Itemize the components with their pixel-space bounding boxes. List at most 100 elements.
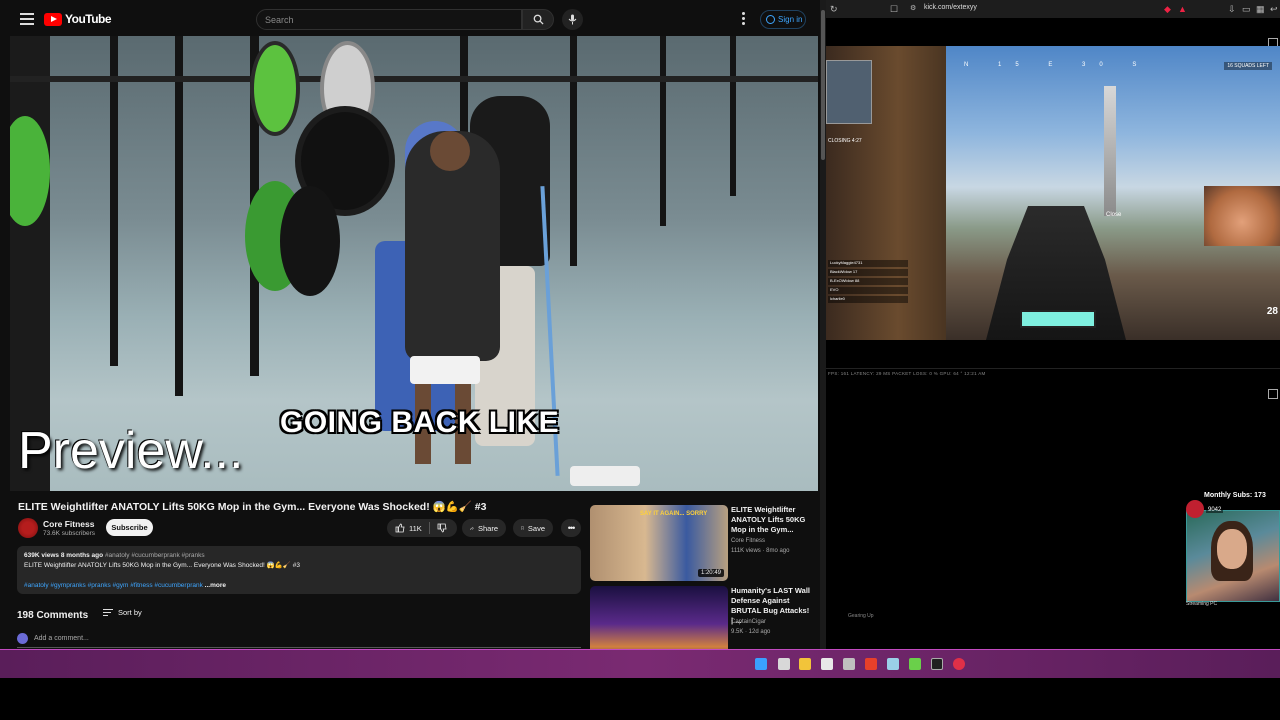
share-icon	[470, 526, 474, 530]
brave-icon[interactable]	[865, 658, 877, 670]
more-horizontal-icon: •••	[567, 523, 576, 533]
save-button[interactable]: Save	[513, 519, 553, 537]
menu-icon[interactable]	[20, 13, 34, 25]
app-icon[interactable]	[843, 658, 855, 670]
sort-comments-button[interactable]: Sort by	[103, 608, 142, 617]
youtube-logo-text: YouTube	[65, 12, 112, 26]
game-weapon-screen	[1020, 310, 1096, 328]
scrollbar-thumb[interactable]	[821, 10, 825, 160]
bottom-letterbox	[0, 678, 1280, 720]
bookmark-icon[interactable]: ☐	[890, 4, 898, 15]
obs-icon[interactable]	[931, 658, 943, 670]
search-icon	[533, 14, 544, 25]
search-taskbar-icon[interactable]	[778, 658, 790, 670]
game-tower	[1104, 86, 1116, 216]
user-avatar	[17, 633, 28, 644]
reload-icon[interactable]: ↻	[830, 4, 838, 15]
thumbs-up-icon[interactable]	[395, 523, 405, 533]
site-settings-icon[interactable]: ⚙	[910, 4, 916, 12]
channel-avatar[interactable]	[18, 518, 38, 538]
weight-plate	[280, 186, 340, 296]
performance-stats: FPS: 161 LATENCY: 29 MS PACKET LOSS: 0 %…	[828, 371, 986, 376]
recommended-thumbnail[interactable]	[590, 586, 728, 650]
youtube-window: YouTube Search Sign in GOING BACK LIKE P…	[0, 0, 826, 650]
monthly-subs: Monthly Subs: 173	[1204, 492, 1266, 499]
sign-in-button[interactable]: Sign in	[760, 10, 806, 29]
gym-rack	[570, 36, 577, 266]
game-compass: N 15 E 30 S	[964, 62, 1151, 68]
comments-count: 198 Comments	[17, 610, 89, 621]
like-count[interactable]: 11K	[409, 524, 422, 533]
squads-left: 16 SQUADS LEFT	[1224, 62, 1272, 70]
close-label: Close	[1106, 212, 1122, 218]
downloads-icon[interactable]: ⇩	[1228, 4, 1236, 15]
gym-rack	[730, 36, 736, 196]
app-icon[interactable]	[887, 658, 899, 670]
voice-search-button[interactable]	[562, 9, 583, 30]
views-date: 639K views 8 months ago	[24, 552, 104, 559]
recommended-title[interactable]: ELITE Weightlifter ANATOLY Lifts 50KG Mo…	[731, 505, 813, 535]
url-field[interactable]: kick.com/extexyy	[924, 4, 977, 11]
team-list: LuckyMaggie4731 BlackWidow 17 B-ExOWidow…	[828, 260, 908, 305]
app-icon[interactable]	[953, 658, 965, 670]
youtube-topbar: YouTube Search Sign in	[0, 0, 826, 38]
extension-icon[interactable]: ▲	[1178, 4, 1187, 14]
subscribe-button[interactable]: Subscribe	[106, 519, 153, 536]
sub-badge-icon	[1186, 500, 1204, 518]
thumbs-down-icon[interactable]	[437, 523, 447, 533]
like-divider	[428, 522, 430, 534]
streamer-face	[1217, 529, 1247, 569]
search-button[interactable]	[522, 9, 554, 30]
settings-kebab-icon[interactable]	[742, 12, 745, 25]
description-text: ELITE Weightlifter ANATOLY Lifts 50KG Mo…	[24, 562, 300, 569]
recommended-channel[interactable]: CaptainCigar	[731, 619, 766, 625]
file-explorer-icon[interactable]	[799, 658, 811, 670]
channel-subscriber-count: 73.6K subscribers	[43, 530, 96, 537]
team-member: B-ExOWidow 88	[828, 278, 908, 285]
description-meta: 639K views 8 months ago #anatoly #cucumb…	[24, 551, 574, 561]
recommended-video[interactable]: Humanity's LAST Wall Defense Against BRU…	[590, 586, 815, 650]
streaming-pc-label: Streaming PC	[1186, 601, 1218, 607]
video-player[interactable]: GOING BACK LIKE Preview...	[10, 36, 818, 491]
more-actions-button[interactable]: •••	[561, 519, 581, 537]
notepad-icon[interactable]	[821, 658, 833, 670]
gearing-up-label: Gearing Up	[848, 613, 874, 619]
sign-in-label: Sign in	[778, 15, 803, 24]
add-comment-input[interactable]: Add a comment...	[17, 633, 581, 648]
inline-tags: #anatoly #cucumberprank #pranks	[104, 552, 205, 559]
search-input[interactable]: Search	[256, 9, 522, 30]
like-dislike-group: 11K	[387, 519, 457, 537]
recommended-meta: 9.5K · 12d ago	[731, 629, 771, 635]
youtube-play-icon	[44, 12, 62, 26]
preview-overlay-text: Preview...	[18, 422, 244, 480]
recommended-video[interactable]: SAY IT AGAIN... SORRY 1:20:49 ELITE Weig…	[590, 505, 815, 585]
share-button[interactable]: Share	[462, 519, 506, 537]
extension-icon[interactable]: ◆	[1164, 4, 1171, 15]
channel-name[interactable]: Core Fitness	[43, 519, 95, 529]
kick-window: ↻ ☐ ⚙ kick.com/extexyy ◆ ▲ ⇩ ▭ ▦ ↩ CLOSI…	[826, 0, 1280, 650]
ring-closing-timer: CLOSING 4:27	[828, 138, 862, 144]
recommended-thumbnail[interactable]: SAY IT AGAIN... SORRY 1:20:49	[590, 505, 728, 581]
show-more-link[interactable]: ...more	[205, 582, 226, 589]
taskbar	[0, 650, 1280, 678]
sidebar-icon[interactable]: ▭	[1242, 4, 1251, 15]
gym-rack-bar	[10, 76, 818, 82]
streamer-webcam	[1186, 510, 1280, 602]
youtube-logo[interactable]: YouTube	[44, 12, 112, 26]
extensions-icon[interactable]: ▦	[1256, 4, 1265, 15]
stream-video[interactable]: CLOSING 4:27 N 15 E 30 S 16 SQUADS LEFT …	[826, 46, 1280, 340]
game-minimap	[826, 60, 872, 124]
gym-rack	[110, 36, 118, 366]
app-icon[interactable]	[909, 658, 921, 670]
recommended-channel[interactable]: Core Fitness	[731, 538, 765, 544]
description-box[interactable]: 639K views 8 months ago #anatoly #cucumb…	[17, 546, 581, 594]
video-duration: 1:20:49	[697, 569, 724, 577]
window-icon[interactable]	[1268, 389, 1278, 399]
back-icon[interactable]: ↩	[1270, 4, 1278, 15]
sub-count: 9042	[1206, 507, 1224, 513]
start-icon[interactable]	[755, 658, 767, 670]
sort-label: Sort by	[118, 608, 142, 617]
gym-rack	[175, 36, 183, 396]
description-hashtags: #anatoly #gympranks #pranks #gym #fitnes…	[24, 581, 574, 591]
hashtag-list[interactable]: #anatoly #gympranks #pranks #gym #fitnes…	[24, 582, 203, 589]
